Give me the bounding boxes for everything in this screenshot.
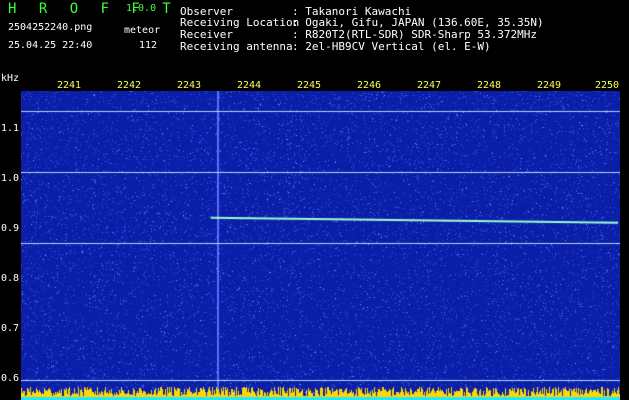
x-tick-2250: 2250 (595, 80, 620, 91)
filename: 2504252240.png (8, 22, 93, 33)
datetime: 25.04.25 22:40 (8, 40, 93, 51)
y-tick-0-7: 0.7 (1, 323, 20, 334)
y-tick-0-6: 0.6 (1, 373, 20, 384)
x-tick-2246: 2246 (357, 80, 382, 91)
spectrogram (21, 91, 620, 400)
meteor-count: 112 (139, 40, 158, 51)
receiver-label: Receiver (180, 28, 233, 41)
y-tick-0-8: 0.8 (1, 273, 20, 284)
x-tick-2248: 2248 (477, 80, 502, 91)
x-tick-2249: 2249 (537, 80, 562, 91)
antenna-label: Receiving antenna (180, 40, 293, 53)
meteor-label: meteor (124, 25, 161, 36)
y-tick-1-0: 1.0 (1, 173, 20, 184)
x-tick-2247: 2247 (417, 80, 442, 91)
x-tick-2242: 2242 (117, 80, 142, 91)
x-tick-2245: 2245 (297, 80, 322, 91)
x-tick-2241: 2241 (57, 80, 82, 91)
x-tick-2243: 2243 (177, 80, 202, 91)
antenna-value: : 2el-HB9CV Vertical (el. E-W) (292, 40, 491, 53)
location-value: : Ogaki, Gifu, JAPAN (136.60E, 35.35N) (292, 16, 544, 29)
location-label: Receiving Location (180, 16, 300, 29)
y-axis-unit: kHz (1, 73, 20, 84)
y-tick-0-9: 0.9 (1, 223, 20, 234)
receiver-value: : R820T2(RTL-SDR) SDR-Sharp 53.372MHz (292, 28, 538, 41)
y-tick-1-1: 1.1 (1, 123, 20, 134)
x-tick-2244: 2244 (237, 80, 262, 91)
app-version: 1.0.0 (126, 3, 157, 14)
